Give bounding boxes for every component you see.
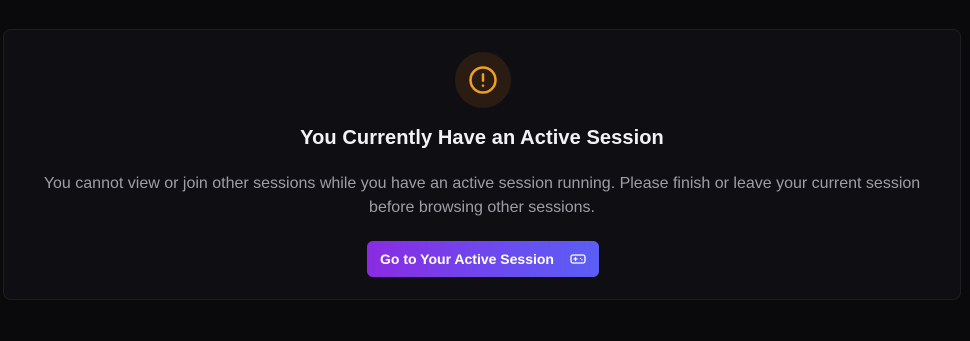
button-label: Go to Your Active Session [379,251,554,267]
alert-icon-badge [455,52,511,108]
gamepad-icon [570,254,586,264]
notice-title: You Currently Have an Active Session [300,127,664,149]
go-to-active-session-button[interactable]: Go to Your Active Session [367,241,599,277]
active-session-notice-card: You Currently Have an Active Session You… [3,29,961,300]
notice-message: You cannot view or join other sessions w… [43,175,921,216]
alert-circle-icon [469,66,497,94]
